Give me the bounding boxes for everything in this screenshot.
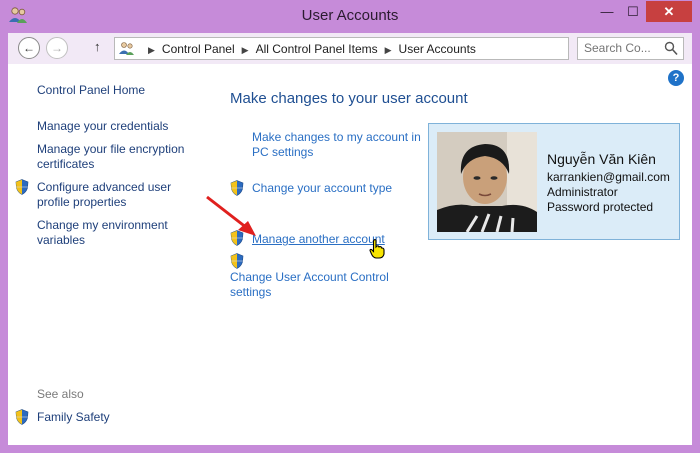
breadcrumb-separator-icon: ▶ <box>148 45 155 55</box>
control-panel-icon <box>119 42 134 55</box>
change-account-type-link[interactable]: Change your account type <box>252 181 392 196</box>
search-box[interactable] <box>577 37 684 60</box>
breadcrumb-control-panel[interactable]: Control Panel <box>162 42 235 56</box>
breadcrumb-separator-icon[interactable]: ▶ <box>385 45 392 55</box>
breadcrumb: ▶ Control Panel ▶ All Control Panel Items ▶ U… <box>141 42 476 56</box>
shield-icon <box>230 253 244 269</box>
search-icon[interactable] <box>664 41 678 56</box>
back-button[interactable]: ← <box>18 37 40 59</box>
sidebar-item-credentials[interactable]: Manage your credentials <box>37 119 197 134</box>
breadcrumb-user-accounts[interactable]: User Accounts <box>399 42 476 56</box>
breadcrumb-all-items[interactable]: All Control Panel Items <box>256 42 378 56</box>
window-bottom-border <box>0 445 700 453</box>
red-arrow-icon <box>206 195 256 236</box>
control-panel-home-link[interactable]: Control Panel Home <box>37 83 145 98</box>
password-status: Password protected <box>547 200 654 214</box>
breadcrumb-separator-icon[interactable]: ▶ <box>242 45 249 55</box>
title-bar: User Accounts — ☐ ✕ <box>0 0 700 33</box>
hand-cursor-icon <box>369 239 385 259</box>
address-bar[interactable]: ▶ Control Panel ▶ All Control Panel Items ▶ U… <box>114 37 666 60</box>
family-safety-link[interactable]: Family Safety <box>37 410 110 425</box>
sidebar-item-advanced-profile[interactable]: Configure advanced user profile properti… <box>37 180 192 210</box>
maximize-button[interactable]: ☐ <box>620 1 646 22</box>
search-input[interactable] <box>584 41 662 55</box>
account-role: Administrator <box>547 185 618 199</box>
up-button[interactable]: ↑ <box>94 39 101 54</box>
shield-icon <box>15 179 29 195</box>
account-email: karrankien@gmail.com <box>547 170 670 184</box>
account-name: Nguyễn Văn Kiên <box>547 151 656 167</box>
uac-settings-link[interactable]: Change User Account Control settings <box>230 270 400 300</box>
close-button[interactable]: ✕ <box>646 1 692 22</box>
manage-another-account-link[interactable]: Manage another account <box>252 232 385 247</box>
help-icon[interactable]: ? <box>668 70 684 86</box>
see-also-heading: See also <box>37 387 84 401</box>
user-avatar <box>437 132 537 232</box>
forward-button[interactable]: → <box>46 37 68 59</box>
sidebar-item-environment[interactable]: Change my environment variables <box>37 218 187 248</box>
shield-icon <box>15 409 29 425</box>
pc-settings-link[interactable]: Make changes to my account in PC setting… <box>252 130 422 160</box>
account-tile: Nguyễn Văn Kiên karrankien@gmail.com Adm… <box>428 123 680 240</box>
page-title: Make changes to your user account <box>230 90 468 107</box>
minimize-button[interactable]: — <box>594 1 620 22</box>
sidebar-item-encryption[interactable]: Manage your file encryption certificates <box>37 142 197 172</box>
navigation-bar: ← → ↑ ▶ Control Panel ▶ All Control Panel I… <box>8 33 692 64</box>
